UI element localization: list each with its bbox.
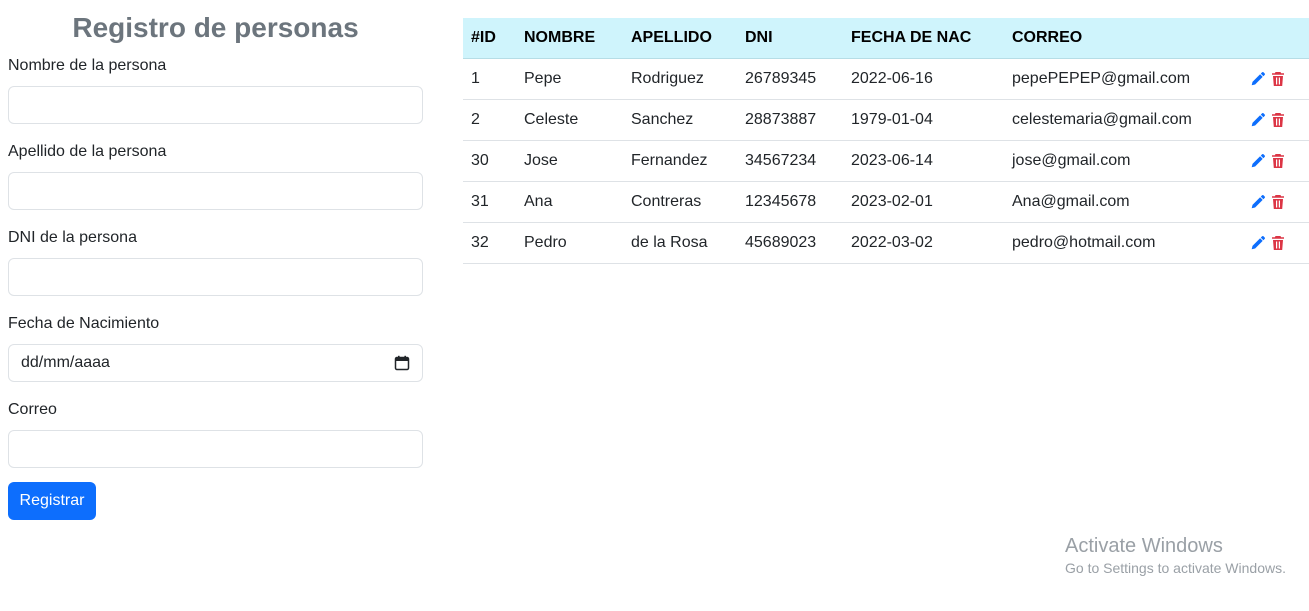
form-title: Registro de personas: [72, 12, 359, 43]
pencil-icon[interactable]: [1250, 153, 1266, 169]
cell-apellido: Fernandez: [623, 140, 737, 182]
cell-correo: jose@gmail.com: [1004, 140, 1242, 182]
page: Registro de personas Nombre de la person…: [0, 0, 1309, 611]
correo-input[interactable]: [8, 430, 423, 468]
table-row: 30 Jose Fernandez 34567234 2023-06-14 jo…: [463, 140, 1309, 182]
cell-actions: [1242, 222, 1309, 264]
personas-table: #ID NOMBRE APELLIDO DNI FECHA DE NAC COR…: [463, 18, 1309, 264]
cell-correo: pedro@hotmail.com: [1004, 222, 1242, 264]
cell-actions: [1242, 58, 1309, 100]
header-id: #ID: [463, 18, 516, 59]
field-nombre: Nombre de la persona: [8, 56, 423, 124]
cell-actions: [1242, 181, 1309, 223]
table-row: 32 Pedro de la Rosa 45689023 2022-03-02 …: [463, 222, 1309, 264]
cell-fecha: 2023-06-14: [843, 140, 1004, 182]
header-apellido: APELLIDO: [623, 18, 737, 59]
cell-nombre: Pedro: [516, 222, 623, 264]
header-dni: DNI: [737, 18, 843, 59]
cell-fecha: 1979-01-04: [843, 99, 1004, 141]
cell-id: 32: [463, 222, 516, 264]
table-row: 1 Pepe Rodriguez 26789345 2022-06-16 pep…: [463, 58, 1309, 100]
table-header-row: #ID NOMBRE APELLIDO DNI FECHA DE NAC COR…: [463, 18, 1309, 59]
correo-label: Correo: [8, 401, 57, 418]
cell-dni: 34567234: [737, 140, 843, 182]
cell-actions: [1242, 140, 1309, 182]
cell-correo: Ana@gmail.com: [1004, 181, 1242, 223]
header-actions: [1242, 18, 1309, 59]
cell-id: 1: [463, 58, 516, 100]
pencil-icon[interactable]: [1250, 112, 1266, 128]
row-actions: [1250, 194, 1301, 210]
nombre-label: Nombre de la persona: [8, 57, 167, 74]
cell-dni: 26789345: [737, 58, 843, 100]
watermark-subtitle: Go to Settings to activate Windows.: [1065, 560, 1286, 576]
cell-apellido: de la Rosa: [623, 222, 737, 264]
table-header: #ID NOMBRE APELLIDO DNI FECHA DE NAC COR…: [463, 18, 1309, 59]
cell-id: 30: [463, 140, 516, 182]
calendar-icon[interactable]: [394, 355, 410, 371]
field-correo: Correo: [8, 400, 423, 468]
cell-dni: 12345678: [737, 181, 843, 223]
cell-nombre: Ana: [516, 181, 623, 223]
trash-icon[interactable]: [1270, 71, 1286, 87]
cell-nombre: Celeste: [516, 99, 623, 141]
trash-icon[interactable]: [1270, 112, 1286, 128]
cell-actions: [1242, 99, 1309, 141]
header-correo: CORREO: [1004, 18, 1242, 59]
dni-input[interactable]: [8, 258, 423, 296]
row-actions: [1250, 153, 1301, 169]
table-body: 1 Pepe Rodriguez 26789345 2022-06-16 pep…: [463, 58, 1309, 264]
fecha-date-input[interactable]: dd/mm/aaaa: [8, 344, 423, 382]
cell-nombre: Pepe: [516, 58, 623, 100]
header-fecha: FECHA DE NAC: [843, 18, 1004, 59]
row-actions: [1250, 112, 1301, 128]
cell-apellido: Rodriguez: [623, 58, 737, 100]
cell-dni: 28873887: [737, 99, 843, 141]
personas-table-container: #ID NOMBRE APELLIDO DNI FECHA DE NAC COR…: [463, 18, 1309, 264]
cell-dni: 45689023: [737, 222, 843, 264]
pencil-icon[interactable]: [1250, 235, 1266, 251]
header-nombre: NOMBRE: [516, 18, 623, 59]
cell-correo: celestemaria@gmail.com: [1004, 99, 1242, 141]
table-row: 2 Celeste Sanchez 28873887 1979-01-04 ce…: [463, 99, 1309, 141]
pencil-icon[interactable]: [1250, 71, 1266, 87]
cell-fecha: 2023-02-01: [843, 181, 1004, 223]
trash-icon[interactable]: [1270, 194, 1286, 210]
row-actions: [1250, 71, 1301, 87]
field-apellido: Apellido de la persona: [8, 142, 423, 210]
trash-icon[interactable]: [1270, 153, 1286, 169]
pencil-icon[interactable]: [1250, 194, 1266, 210]
cell-id: 31: [463, 181, 516, 223]
cell-fecha: 2022-06-16: [843, 58, 1004, 100]
cell-nombre: Jose: [516, 140, 623, 182]
date-placeholder: dd/mm/aaaa: [21, 354, 110, 371]
cell-id: 2: [463, 99, 516, 141]
cell-apellido: Contreras: [623, 181, 737, 223]
registrar-button[interactable]: Registrar: [8, 482, 96, 520]
fecha-label: Fecha de Nacimiento: [8, 315, 160, 332]
trash-icon[interactable]: [1270, 235, 1286, 251]
field-dni: DNI de la persona: [8, 228, 423, 296]
row-actions: [1250, 235, 1301, 251]
table-row: 31 Ana Contreras 12345678 2023-02-01 Ana…: [463, 181, 1309, 223]
dni-label: DNI de la persona: [8, 229, 137, 246]
nombre-input[interactable]: [8, 86, 423, 124]
windows-activation-watermark: Activate Windows Go to Settings to activ…: [1065, 534, 1286, 578]
cell-correo: pepePEPEP@gmail.com: [1004, 58, 1242, 100]
apellido-label: Apellido de la persona: [8, 143, 167, 160]
cell-fecha: 2022-03-02: [843, 222, 1004, 264]
field-fecha: Fecha de Nacimiento dd/mm/aaaa: [8, 314, 423, 382]
watermark-title: Activate Windows: [1065, 535, 1223, 557]
apellido-input[interactable]: [8, 172, 423, 210]
cell-apellido: Sanchez: [623, 99, 737, 141]
